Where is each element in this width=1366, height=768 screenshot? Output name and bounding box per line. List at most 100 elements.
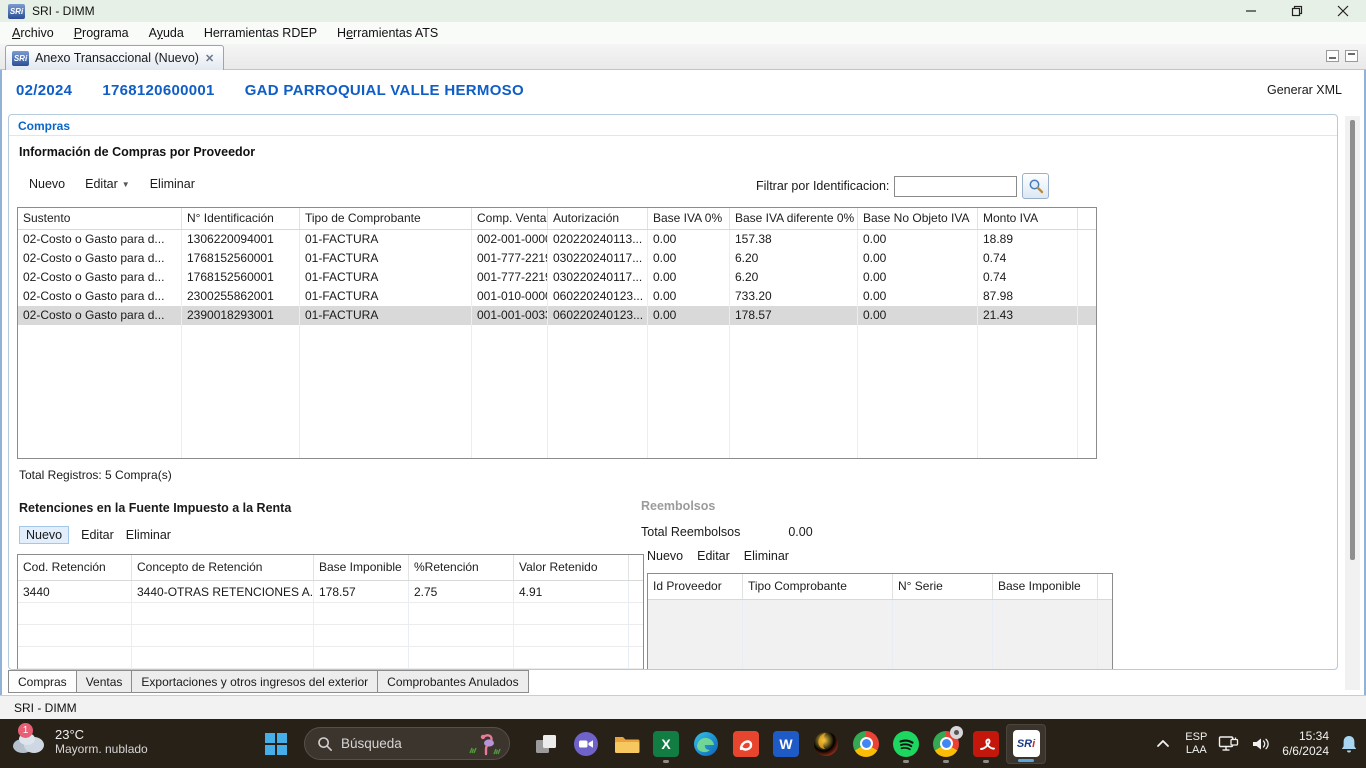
- retenciones-toolbar: Nuevo Editar Eliminar: [19, 526, 171, 544]
- empty-row: [18, 647, 643, 669]
- table-row[interactable]: 02-Costo o Gasto para d...23002558620010…: [18, 287, 1096, 306]
- minimize-icon[interactable]: [1228, 0, 1274, 22]
- column-header[interactable]: Tipo Comprobante: [743, 574, 893, 599]
- editor-area: 02/2024 1768120600001 GAD PARROQUIAL VAL…: [0, 70, 1366, 695]
- column-header[interactable]: Base IVA 0%: [648, 208, 730, 229]
- filter-bar: Filtrar por Identificacion:: [756, 173, 1049, 199]
- table-row[interactable]: 02-Costo o Gasto para d...17681525600010…: [18, 268, 1096, 287]
- menu-programa[interactable]: Programa: [64, 23, 139, 43]
- firefox-icon[interactable]: [806, 724, 846, 764]
- chrome-profile-icon[interactable]: [926, 724, 966, 764]
- ret-editar-button[interactable]: Editar: [81, 528, 114, 542]
- hidden-icons-chevron[interactable]: [1152, 736, 1174, 751]
- generar-xml-button[interactable]: Generar XML: [1267, 83, 1342, 97]
- reembolsos-table[interactable]: Id ProveedorTipo ComprobanteN° SerieBase…: [647, 573, 1113, 670]
- column-header[interactable]: Base IVA diferente 0%: [730, 208, 858, 229]
- column-header[interactable]: Autorización: [548, 208, 648, 229]
- weather-widget[interactable]: 1 23°C Mayorm. nublado: [10, 726, 148, 756]
- document-header: 02/2024 1768120600001 GAD PARROQUIAL VAL…: [16, 75, 1342, 105]
- menu-herramientas-ats[interactable]: Herramientas ATS: [327, 23, 448, 43]
- chrome-icon[interactable]: [846, 724, 886, 764]
- nuevo-button[interactable]: Nuevo: [29, 177, 65, 191]
- tab-close-icon[interactable]: ✕: [205, 52, 214, 65]
- column-header[interactable]: N° Serie: [893, 574, 993, 599]
- table-row[interactable]: 02-Costo o Gasto para d...23900182930010…: [18, 306, 1096, 325]
- reembolsos-toolbar: Nuevo Editar Eliminar: [647, 549, 789, 563]
- compras-panel: Compras Información de Compras por Prove…: [8, 114, 1338, 670]
- app-logo-icon: SRi: [8, 4, 25, 19]
- ret-eliminar-button[interactable]: Eliminar: [126, 528, 171, 542]
- reemb-nuevo-button[interactable]: Nuevo: [647, 549, 683, 563]
- column-header[interactable]: Concepto de Retención: [132, 555, 314, 580]
- spotify-icon[interactable]: [886, 724, 926, 764]
- column-header[interactable]: Cod. Retención: [18, 555, 132, 580]
- reemb-editar-button[interactable]: Editar: [697, 549, 730, 563]
- bottom-tab-comprobantes-anulados[interactable]: Comprobantes Anulados: [378, 670, 528, 693]
- compras-table[interactable]: SustentoN° IdentificaciónTipo de Comprob…: [17, 207, 1097, 459]
- column-header[interactable]: Monto IVA: [978, 208, 1078, 229]
- close-icon[interactable]: [1320, 0, 1366, 22]
- bottom-tab-ventas[interactable]: Ventas: [77, 670, 133, 693]
- column-header[interactable]: Valor Retenido: [514, 555, 629, 580]
- filter-input[interactable]: [894, 176, 1017, 197]
- view-maximize-icon[interactable]: [1345, 50, 1358, 62]
- column-header[interactable]: %Retención: [409, 555, 514, 580]
- windows-logo-icon: [265, 733, 287, 755]
- view-minimize-icon[interactable]: [1326, 50, 1339, 62]
- search-placeholder: Búsqueda: [341, 736, 402, 751]
- bottom-tab-compras[interactable]: Compras: [8, 670, 77, 693]
- column-header[interactable]: Id Proveedor: [648, 574, 743, 599]
- vertical-scrollbar[interactable]: [1345, 116, 1360, 690]
- scrollbar-thumb[interactable]: [1350, 120, 1355, 560]
- panel-label-row: [9, 115, 1337, 136]
- column-header[interactable]: Sustento: [18, 208, 182, 229]
- file-explorer-icon[interactable]: [606, 724, 646, 764]
- taskbar-search[interactable]: Búsqueda: [304, 727, 510, 760]
- taskbar: 1 23°C Mayorm. nublado Búsqueda: [0, 719, 1366, 768]
- empty-row: [18, 625, 643, 647]
- column-header[interactable]: Comp. Venta: [472, 208, 548, 229]
- task-view-icon[interactable]: [526, 724, 566, 764]
- retenciones-title: Retenciones en la Fuente Impuesto a la R…: [19, 501, 291, 515]
- restore-icon[interactable]: [1274, 0, 1320, 22]
- tab-label: Anexo Transaccional (Nuevo): [35, 51, 199, 65]
- editar-button[interactable]: Editar▼: [85, 177, 130, 191]
- menu-herramientas-rdep[interactable]: Herramientas RDEP: [194, 23, 327, 43]
- clock[interactable]: 15:34 6/6/2024: [1282, 729, 1329, 759]
- column-header[interactable]: Base Imponible: [314, 555, 409, 580]
- ret-nuevo-button[interactable]: Nuevo: [19, 526, 69, 544]
- column-header[interactable]: Base No Objeto IVA: [858, 208, 978, 229]
- column-header[interactable]: Base Imponible: [993, 574, 1098, 599]
- reembolsos-title: Reembolsos: [641, 499, 715, 513]
- notification-bell-icon[interactable]: [1340, 734, 1358, 754]
- table-row[interactable]: 34403440-OTRAS RETENCIONES A...178.572.7…: [18, 581, 643, 603]
- column-header[interactable]: Tipo de Comprobante: [300, 208, 472, 229]
- bottom-tab-exportaciones-y-otros-ingresos-del-exterior[interactable]: Exportaciones y otros ingresos del exter…: [132, 670, 378, 693]
- start-button[interactable]: [254, 724, 298, 764]
- word-icon[interactable]: W: [766, 724, 806, 764]
- search-icon: [317, 736, 333, 752]
- retenciones-table[interactable]: Cod. RetenciónConcepto de RetenciónBase …: [17, 554, 644, 670]
- tab-anexo-transaccional[interactable]: SRi Anexo Transaccional (Nuevo) ✕: [5, 45, 224, 70]
- table-row[interactable]: 02-Costo o Gasto para d...13062200940010…: [18, 230, 1096, 249]
- video-chat-icon[interactable]: [566, 724, 606, 764]
- network-icon[interactable]: [1218, 735, 1240, 753]
- pdf-editor-icon[interactable]: [726, 724, 766, 764]
- empty-row: [18, 603, 643, 625]
- weather-condition: Mayorm. nublado: [55, 742, 148, 756]
- reemb-eliminar-button[interactable]: Eliminar: [744, 549, 789, 563]
- language-indicator[interactable]: ESP LAA: [1185, 731, 1207, 757]
- menu-archivo[interactable]: Archivo: [2, 23, 64, 43]
- excel-icon[interactable]: X: [646, 724, 686, 764]
- search-button[interactable]: [1022, 173, 1049, 199]
- column-header[interactable]: N° Identificación: [182, 208, 300, 229]
- status-text: SRI - DIMM: [14, 701, 77, 715]
- sri-dimm-icon[interactable]: SRi: [1006, 724, 1046, 764]
- eliminar-button[interactable]: Eliminar: [150, 177, 195, 191]
- menu-ayuda[interactable]: Ayuda: [139, 23, 194, 43]
- flamingo-illustration: [467, 731, 501, 757]
- acrobat-icon[interactable]: [966, 724, 1006, 764]
- edge-icon[interactable]: [686, 724, 726, 764]
- table-row[interactable]: 02-Costo o Gasto para d...17681525600010…: [18, 249, 1096, 268]
- volume-icon[interactable]: [1251, 736, 1271, 752]
